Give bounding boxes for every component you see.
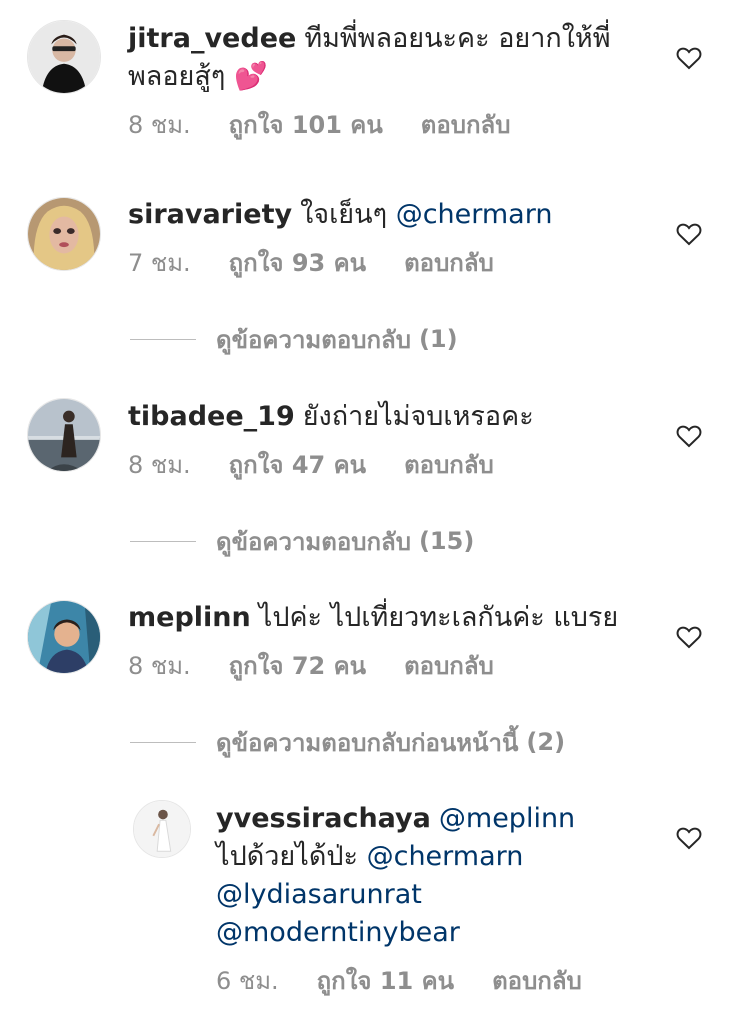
comment-likes[interactable]: ถูกใจ 101 คน: [229, 110, 383, 140]
comment-text: ใจเย็นๆ: [300, 199, 388, 230]
view-replies-count: (1): [418, 325, 458, 353]
comment-meta: 8 ชม. ถูกใจ 72 คน ตอบกลับ: [128, 651, 656, 681]
comment-meta: 6 ชม. ถูกใจ 11 คน ตอบกลับ: [216, 966, 656, 996]
heart-outline-icon[interactable]: [676, 46, 702, 70]
mention-link[interactable]: @meplinn: [439, 803, 575, 834]
view-replies-button[interactable]: ดูข้อความตอบกลับ (15): [130, 526, 474, 556]
view-replies-button[interactable]: ดูข้อความตอบกลับ (1): [130, 324, 458, 354]
comment-likes[interactable]: ถูกใจ 11 คน: [317, 966, 454, 996]
view-replies-button[interactable]: ดูข้อความตอบกลับก่อนหน้านี้ (2): [130, 727, 565, 757]
comment-text-line: jitra_vedee ทีมพี่พลอยนะคะ อยากให้พี่พลอย…: [128, 20, 656, 96]
comment-body: jitra_vedee ทีมพี่พลอยนะคะ อยากให้พี่พลอย…: [128, 20, 656, 140]
comment-username[interactable]: tibadee_19: [128, 401, 295, 432]
comment-username[interactable]: siravariety: [128, 199, 292, 230]
comment-text-line: yvessirachaya @meplinn ไปด้วยได้ป่ะ @cher…: [216, 800, 656, 952]
reply-button[interactable]: ตอบกลับ: [421, 110, 511, 140]
mention-link[interactable]: @moderntinybear: [216, 917, 460, 948]
comment-text-line: meplinn ไปค่ะ ไปเที่ยวทะเลกันค่ะ แบรย: [128, 599, 656, 637]
comment-text: ไปค่ะ ไปเที่ยวทะเลกันค่ะ แบรย: [258, 602, 619, 633]
reply-button[interactable]: ตอบกลับ: [492, 966, 582, 996]
comment-likes[interactable]: ถูกใจ 47 คน: [229, 450, 366, 480]
avatar[interactable]: [27, 197, 101, 271]
comment-body: yvessirachaya @meplinn ไปด้วยได้ป่ะ @cher…: [216, 800, 656, 996]
divider-line: [130, 741, 196, 743]
view-replies-label: ดูข้อความตอบกลับก่อนหน้านี้: [216, 728, 519, 757]
reply-button[interactable]: ตอบกลับ: [404, 651, 494, 681]
comment-body: tibadee_19 ยังถ่ายไม่จบเหรอคะ 8 ชม. ถูกใจ …: [128, 398, 656, 480]
comment-likes[interactable]: ถูกใจ 93 คน: [229, 248, 366, 278]
comment-time: 7 ชม.: [128, 249, 191, 277]
comment-time: 8 ชม.: [128, 451, 191, 479]
view-replies-count: (15): [418, 527, 475, 555]
avatar[interactable]: [27, 398, 101, 472]
comment-meta: 8 ชม. ถูกใจ 101 คน ตอบกลับ: [128, 110, 656, 140]
heart-outline-icon[interactable]: [676, 826, 702, 850]
mention-link[interactable]: @lydiasarunrat: [216, 879, 422, 910]
mention-link[interactable]: @chermarn: [396, 199, 553, 230]
view-replies-count: (2): [526, 728, 566, 756]
view-replies-label: ดูข้อความตอบกลับ: [216, 527, 411, 556]
heart-outline-icon[interactable]: [676, 222, 702, 246]
divider-line: [130, 338, 196, 340]
avatar[interactable]: [27, 600, 101, 674]
reply-button[interactable]: ตอบกลับ: [404, 450, 494, 480]
view-replies-label: ดูข้อความตอบกลับ: [216, 325, 411, 354]
comment-username[interactable]: meplinn: [128, 602, 251, 633]
comment-time: 6 ชม.: [216, 967, 279, 995]
heart-outline-icon[interactable]: [676, 424, 702, 448]
comment-likes[interactable]: ถูกใจ 72 คน: [229, 651, 366, 681]
divider-line: [130, 540, 196, 542]
comment-text-line: siravariety ใจเย็นๆ @chermarn: [128, 196, 656, 234]
comment-text-line: tibadee_19 ยังถ่ายไม่จบเหรอคะ: [128, 398, 656, 436]
comment-time: 8 ชม.: [128, 652, 191, 680]
comment-time: 8 ชม.: [128, 111, 191, 139]
reply-button[interactable]: ตอบกลับ: [404, 248, 494, 278]
comment-username[interactable]: yvessirachaya: [216, 803, 431, 834]
mention-link[interactable]: @chermarn: [367, 841, 524, 872]
comment-body: siravariety ใจเย็นๆ @chermarn 7 ชม. ถูกใจ …: [128, 196, 656, 278]
comment-body: meplinn ไปค่ะ ไปเที่ยวทะเลกันค่ะ แบรย 8 ช…: [128, 599, 656, 681]
comment-meta: 7 ชม. ถูกใจ 93 คน ตอบกลับ: [128, 248, 656, 278]
heart-outline-icon[interactable]: [676, 625, 702, 649]
avatar[interactable]: [133, 800, 191, 858]
avatar[interactable]: [27, 20, 101, 94]
comment-meta: 8 ชม. ถูกใจ 47 คน ตอบกลับ: [128, 450, 656, 480]
comment-text: ยังถ่ายไม่จบเหรอคะ: [302, 401, 534, 432]
comment-text: ไปด้วยได้ป่ะ: [216, 841, 358, 872]
comment-username[interactable]: jitra_vedee: [128, 23, 296, 54]
